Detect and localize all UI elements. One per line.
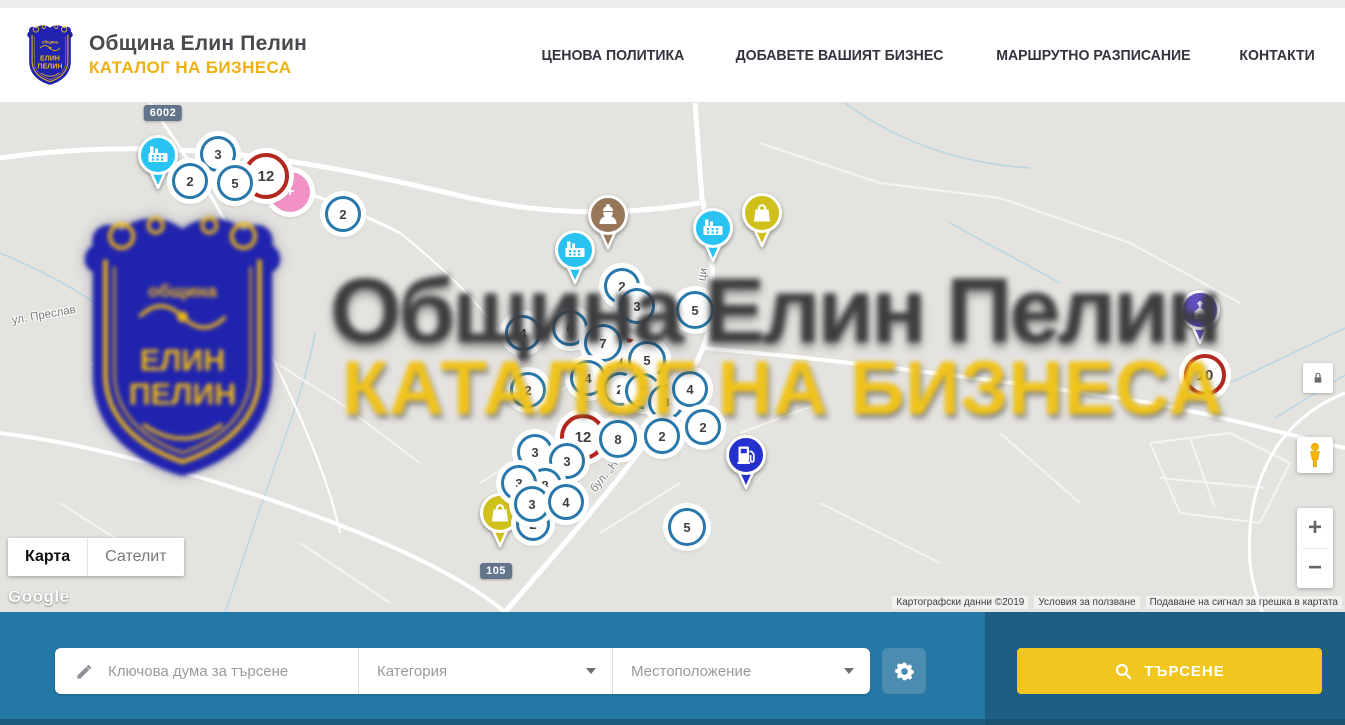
nav-item[interactable]: МАРШРУТНО РАЗПИСАНИЕ xyxy=(996,47,1190,64)
main-nav: ЦЕНОВА ПОЛИТИКА ДОБАВЕТЕ ВАШИЯТ БИЗНЕС МАР… xyxy=(537,47,1317,64)
location-select-value: Местоположение xyxy=(631,663,751,680)
cluster-marker[interactable]: 4 xyxy=(548,484,584,520)
terms-of-use-link[interactable]: Условия за ползване xyxy=(1034,596,1139,609)
search-panel: Категория Местоположение ТЪРСЕНЕ xyxy=(0,612,1345,725)
map-attribution: Картографски данни ©2019 Условия за ползв… xyxy=(892,596,1342,609)
map-markers-layer: +123252246351275242784212823383234510 xyxy=(0,103,1345,612)
logo-text: Община Елин Пелин КАТАЛОГ НА БИЗНЕСА xyxy=(89,32,307,78)
search-panel-right: ТЪРСЕНЕ xyxy=(985,612,1345,725)
svg-text:ПЕЛИН: ПЕЛИН xyxy=(38,63,63,70)
cluster-marker[interactable]: 2 xyxy=(325,196,361,232)
map-type-control: Карта Сателит xyxy=(8,538,184,576)
worker-pin[interactable] xyxy=(586,194,630,250)
search-panel-left: Категория Местоположение xyxy=(0,612,985,725)
google-logo[interactable]: Google xyxy=(8,587,70,607)
search-button[interactable]: ТЪРСЕНЕ xyxy=(1017,648,1322,694)
zoom-out-button[interactable]: − xyxy=(1297,549,1333,589)
page-top-margin xyxy=(0,0,1345,8)
cluster-marker[interactable]: 5 xyxy=(676,291,714,329)
report-map-error-link[interactable]: Подаване на сигнал за грешка в картата xyxy=(1146,596,1342,609)
cluster-marker[interactable]: 3 xyxy=(514,486,550,522)
bag-pin[interactable] xyxy=(740,192,784,248)
page: община ЕЛИН ПЕЛИН Община Елин Пелин КАТА… xyxy=(0,0,1345,725)
cluster-marker[interactable]: 4 xyxy=(505,315,541,351)
municipality-crest-icon: община ЕЛИН ПЕЛИН xyxy=(25,24,75,87)
site-header: община ЕЛИН ПЕЛИН Община Елин Пелин КАТА… xyxy=(0,8,1345,103)
map-canvas[interactable]: ул. Преславбул. „Новоселци6002105 +12325… xyxy=(0,103,1345,612)
factory-pin[interactable] xyxy=(691,207,735,263)
search-input-group: Категория Местоположение xyxy=(55,648,870,694)
map-view-button[interactable]: Карта xyxy=(8,538,87,576)
fuel-pin[interactable] xyxy=(724,434,768,490)
pegman-icon xyxy=(1303,442,1327,468)
cluster-marker[interactable]: 2 xyxy=(685,409,721,445)
cluster-marker[interactable]: 2 xyxy=(510,372,546,408)
chevron-down-icon xyxy=(844,668,854,674)
site-subtitle: КАТАЛОГ НА БИЗНЕСА xyxy=(89,58,307,78)
chevron-down-icon xyxy=(586,668,596,674)
cluster-marker[interactable]: 2 xyxy=(172,163,208,199)
cluster-marker[interactable]: 8 xyxy=(599,420,637,458)
cluster-marker[interactable]: 2 xyxy=(644,418,680,454)
zoom-in-button[interactable]: + xyxy=(1297,508,1333,548)
lock-button[interactable] xyxy=(1303,363,1333,393)
cluster-marker[interactable]: 10 xyxy=(1184,354,1226,396)
cluster-marker[interactable]: 6 xyxy=(552,310,588,346)
cluster-marker[interactable]: 7 xyxy=(584,324,622,362)
church-pin[interactable] xyxy=(1178,289,1222,345)
cluster-marker[interactable]: 3 xyxy=(619,288,655,324)
gear-icon xyxy=(894,661,915,682)
site-logo[interactable]: община ЕЛИН ПЕЛИН Община Елин Пелин КАТА… xyxy=(25,24,307,87)
cluster-marker[interactable]: 4 xyxy=(570,360,606,396)
pencil-icon xyxy=(75,662,94,681)
advanced-settings-button[interactable] xyxy=(882,648,926,694)
nav-item[interactable]: КОНТАКТИ xyxy=(1239,47,1314,64)
street-view-pegman[interactable] xyxy=(1297,437,1333,473)
zoom-control: + − xyxy=(1297,508,1333,588)
cluster-marker[interactable]: 5 xyxy=(217,165,253,201)
keyword-search-input[interactable] xyxy=(108,663,346,680)
cluster-marker[interactable]: 5 xyxy=(668,508,706,546)
svg-text:ЕЛИН: ЕЛИН xyxy=(40,55,60,62)
category-select[interactable]: Категория xyxy=(358,648,612,694)
padlock-icon xyxy=(1310,370,1326,386)
search-button-label: ТЪРСЕНЕ xyxy=(1144,663,1225,680)
map-data-copyright: Картографски данни ©2019 xyxy=(892,596,1028,609)
svg-text:община: община xyxy=(42,39,59,44)
cluster-marker[interactable]: 4 xyxy=(672,371,708,407)
satellite-view-button[interactable]: Сателит xyxy=(87,538,183,576)
search-icon xyxy=(1114,662,1133,681)
site-title: Община Елин Пелин xyxy=(89,32,307,56)
location-select[interactable]: Местоположение xyxy=(612,648,870,694)
nav-item[interactable]: ЦЕНОВА ПОЛИТИКА xyxy=(542,47,685,64)
category-select-value: Категория xyxy=(377,663,447,680)
nav-item[interactable]: ДОБАВЕТЕ ВАШИЯТ БИЗНЕС xyxy=(736,47,944,64)
keyword-segment xyxy=(55,648,358,694)
